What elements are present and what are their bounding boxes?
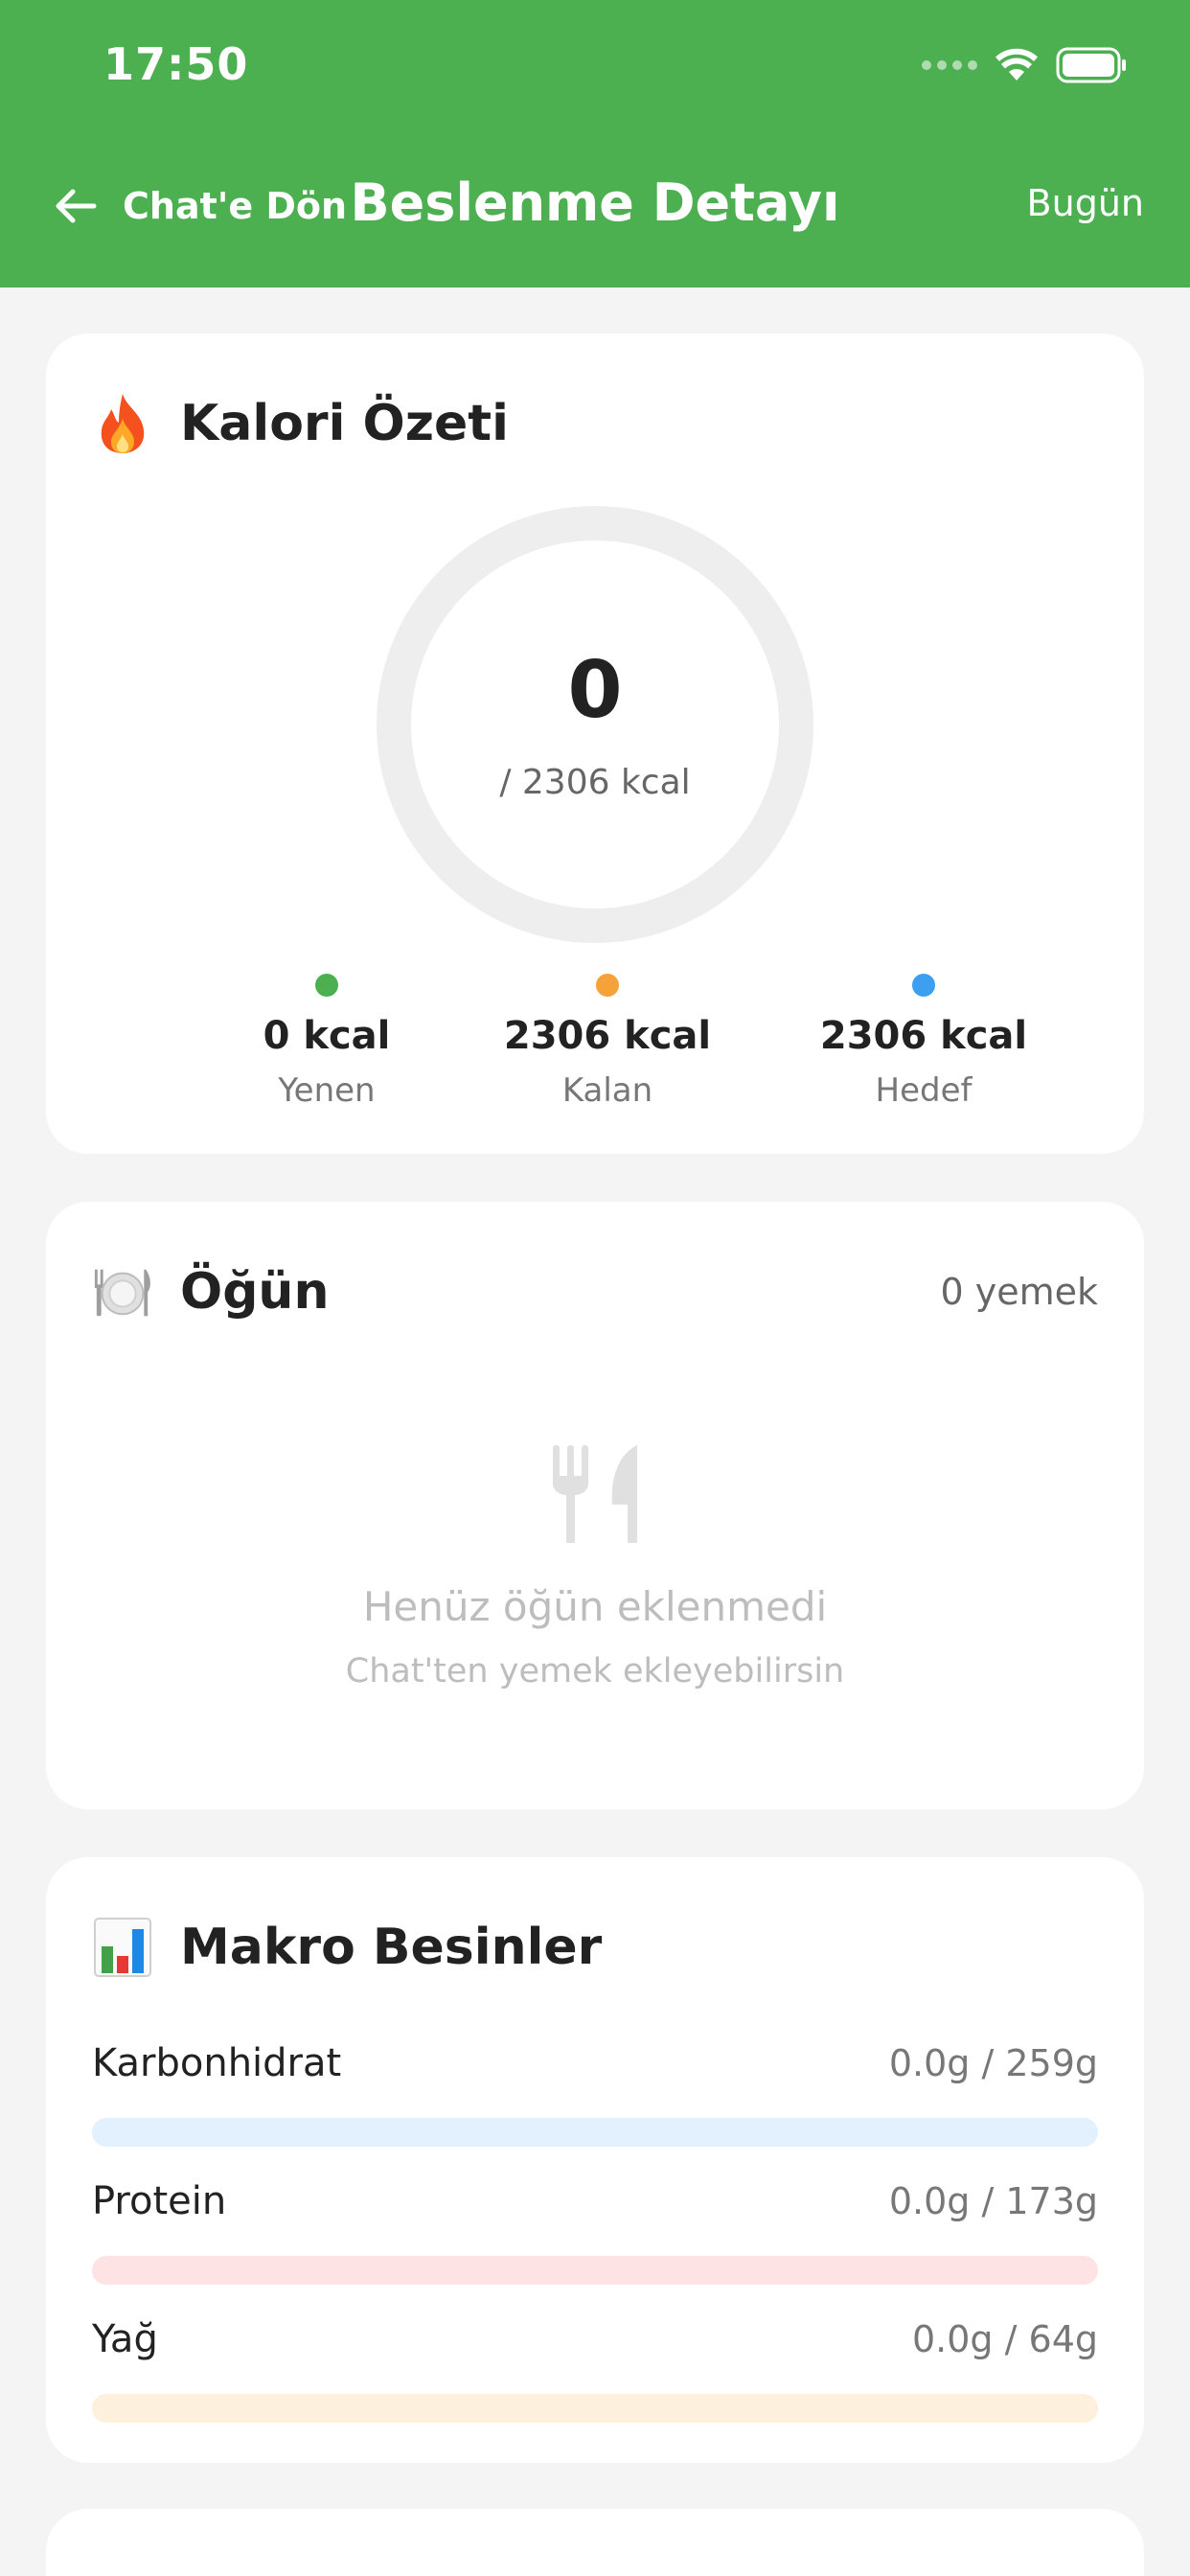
page-title: Beslenme Detayı <box>350 172 840 233</box>
macro-item-fat: Yağ 0.0g / 64g <box>92 2317 1098 2423</box>
macro-name: Yağ <box>92 2317 158 2361</box>
empty-state-title: Henüz öğün eklenmedi <box>362 1583 828 1630</box>
macros-card: Makro Besinler Karbonhidrat 0.0g / 259g … <box>46 1857 1144 2463</box>
empty-state-subtitle: Chat'ten yemek ekleyebilirsin <box>345 1652 845 1690</box>
stat-consumed: 0 kcal Yenen <box>183 974 470 1110</box>
stat-target: 2306 kcal Hedef <box>780 974 1067 1110</box>
macro-progress-bar <box>92 2256 1098 2285</box>
fork-knife-icon <box>549 1441 641 1547</box>
fire-icon <box>92 393 153 454</box>
macro-amount: 0.0g / 259g <box>888 2042 1098 2084</box>
stat-value: 2306 kcal <box>819 1014 1028 1058</box>
macro-item-protein: Protein 0.0g / 173g <box>92 2179 1098 2285</box>
calorie-ring: 0 / 2306 kcal <box>377 506 813 943</box>
stat-dot <box>596 974 619 997</box>
macro-amount: 0.0g / 173g <box>888 2180 1098 2222</box>
status-time: 17:50 <box>103 38 249 90</box>
bar-chart-icon <box>92 1917 153 1978</box>
target-calories: / 2306 kcal <box>499 763 691 802</box>
stat-value: 2306 kcal <box>503 1014 712 1058</box>
stat-dot <box>315 974 338 997</box>
macro-progress-bar <box>92 2394 1098 2423</box>
stat-dot <box>912 974 935 997</box>
stat-label: Yenen <box>278 1071 376 1110</box>
macros-title: Makro Besinler <box>180 1919 603 1976</box>
calorie-summary-title: Kalori Özeti <box>180 395 509 452</box>
stat-value: 0 kcal <box>263 1014 391 1058</box>
calorie-summary-card: Kalori Özeti 0 / 2306 kcal 0 kcal Yenen … <box>46 334 1144 1154</box>
macro-name: Karbonhidrat <box>92 2041 342 2085</box>
stat-label: Hedef <box>875 1071 973 1110</box>
consumed-calories: 0 <box>567 645 623 736</box>
next-card <box>46 2509 1144 2576</box>
meals-header: Öğün 0 yemek <box>92 1263 1098 1321</box>
macro-progress-bar <box>92 2118 1098 2147</box>
macro-item-carbs: Karbonhidrat 0.0g / 259g <box>92 2041 1098 2147</box>
date-selector[interactable]: Bugün <box>1027 182 1144 224</box>
calorie-summary-header: Kalori Özeti <box>92 393 1098 454</box>
meals-title: Öğün <box>180 1263 330 1321</box>
macro-name: Protein <box>92 2179 227 2223</box>
meals-card: Öğün 0 yemek Henüz öğün eklenmedi Chat't… <box>46 1202 1144 1809</box>
plate-icon <box>92 1261 153 1322</box>
macros-header: Makro Besinler <box>92 1917 1098 1978</box>
app-header: 17:50 Chat'e Dön Beslenme Detayı Bugün <box>0 0 1190 288</box>
stat-remaining: 2306 kcal Kalan <box>464 974 751 1110</box>
status-icons <box>922 42 1129 88</box>
meal-count: 0 yemek <box>940 1271 1098 1313</box>
macro-amount: 0.0g / 64g <box>912 2318 1098 2360</box>
signal-icon <box>922 60 977 70</box>
wifi-icon <box>995 48 1038 80</box>
battery-icon <box>1056 47 1126 83</box>
stat-label: Kalan <box>561 1071 653 1110</box>
